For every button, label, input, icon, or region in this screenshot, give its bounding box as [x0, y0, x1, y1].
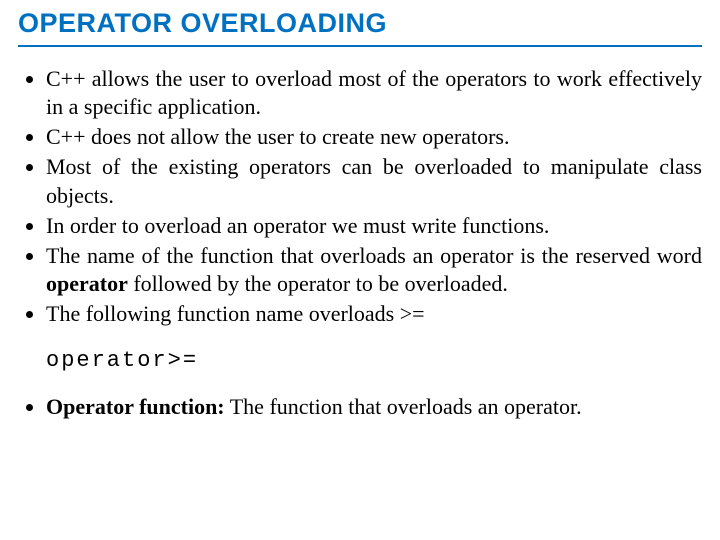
list-item: The name of the function that overloads …	[46, 242, 702, 298]
bullet-list-1: C++ allows the user to overload most of …	[18, 65, 702, 328]
page-title: OPERATOR OVERLOADING	[18, 8, 702, 39]
list-item: C++ allows the user to overload most of …	[46, 65, 702, 121]
list-item: Most of the existing operators can be ov…	[46, 153, 702, 209]
list-item: C++ does not allow the user to create ne…	[46, 123, 702, 151]
keyword-operator: operator	[46, 271, 128, 296]
term-operator-function: Operator function:	[46, 394, 225, 419]
list-item: The following function name overloads >=	[46, 300, 702, 328]
text-run: followed by the operator to be overloade…	[128, 271, 508, 296]
list-item: In order to overload an operator we must…	[46, 212, 702, 240]
slide: OPERATOR OVERLOADING C++ allows the user…	[0, 0, 720, 422]
code-sample: operator>=	[46, 348, 702, 373]
text-run: The name of the function that overloads …	[46, 243, 702, 268]
list-item: Operator function: The function that ove…	[46, 393, 702, 421]
bullet-list-2: Operator function: The function that ove…	[18, 393, 702, 421]
text-run: The function that overloads an operator.	[225, 394, 582, 419]
title-underline	[18, 45, 702, 47]
